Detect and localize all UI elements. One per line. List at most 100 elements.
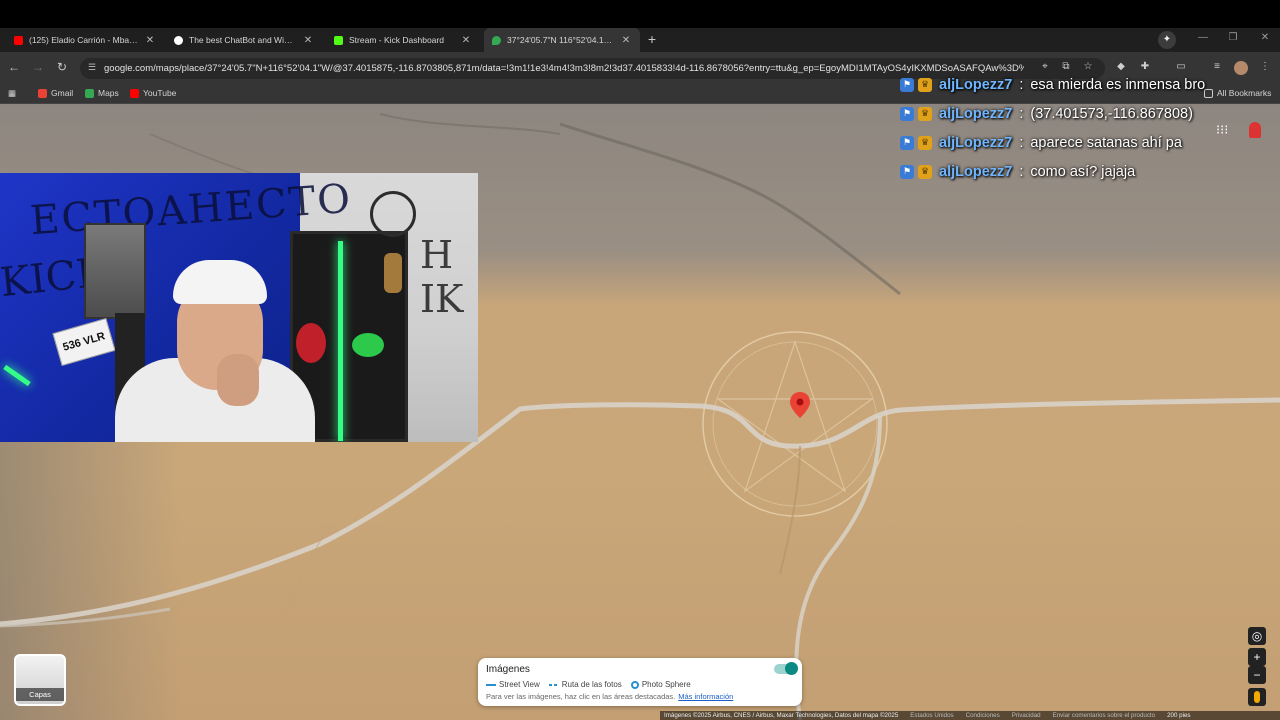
chat-username: aljLopezz7 — [939, 134, 1013, 151]
zoom-in-button[interactable]: + — [1248, 648, 1266, 666]
imagery-panel: Imágenes Street View Ruta de las fotos P… — [478, 658, 802, 706]
chat-text: esa mierda es inmensa bro — [1030, 76, 1206, 93]
tab-title: Stream - Kick Dashboard — [349, 35, 444, 45]
chat-username: aljLopezz7 — [939, 76, 1013, 93]
restore-icon[interactable]: ❐ — [1226, 32, 1240, 43]
groot-figure — [384, 253, 402, 293]
led-strip — [338, 241, 343, 441]
bookmark-label: Maps — [98, 88, 119, 98]
bookmark-label: YouTube — [143, 88, 177, 98]
layers-button[interactable]: Capas — [14, 654, 66, 706]
legend-label: Photo Sphere — [641, 680, 691, 689]
chat-message: ⚑ ♛ aljLopezz7 : como así? jajaja — [900, 157, 1280, 186]
bookmark-maps[interactable]: Maps — [85, 88, 119, 98]
crown-badge-icon: ♛ — [918, 135, 932, 150]
imagery-credit: Imágenes ©2025 Airbus, CNES / Airbus, Ma… — [664, 712, 899, 719]
chatbot-icon — [174, 35, 183, 45]
hint-text: Para ver las imágenes, haz clic en las á… — [486, 692, 676, 701]
new-tab-button[interactable]: + — [644, 30, 660, 48]
crown-badge-icon: ♛ — [918, 106, 932, 121]
subscriber-badge-icon: ⚑ — [900, 77, 914, 92]
window-top-area — [0, 0, 1280, 28]
tab-youtube[interactable]: (125) Eladio Carrión - Mbappe ✕ — [6, 28, 164, 52]
window-close-icon[interactable]: ✕ — [1258, 32, 1272, 43]
pegman-icon[interactable] — [1248, 688, 1266, 706]
solid-line-icon — [486, 683, 496, 686]
bookmark-gmail[interactable]: Gmail — [38, 88, 73, 98]
gmail-icon — [38, 88, 47, 98]
more-info-link[interactable]: Más información — [678, 692, 733, 701]
apps-grid-icon[interactable]: ▦ — [8, 88, 16, 99]
back-icon[interactable]: ← — [6, 60, 22, 74]
map-pin-icon[interactable] — [790, 392, 810, 418]
toggle-knob — [785, 662, 798, 675]
legend-label: Street View — [499, 680, 540, 689]
bookmark-youtube[interactable]: YouTube — [130, 88, 176, 98]
chat-separator: : — [1019, 134, 1024, 151]
my-location-icon[interactable]: ◎ — [1248, 627, 1266, 645]
maps-pin-icon — [492, 35, 501, 45]
subscriber-badge-icon: ⚑ — [900, 106, 914, 121]
privacy-link[interactable]: Privacidad — [1012, 711, 1041, 720]
wall-fan — [370, 191, 416, 237]
webcam-overlay: ΕСΤΟΑΗΕСΤΟ ΚΙCΚΟ Η ΙΚ 536 VLR — [0, 173, 478, 442]
feedback-link[interactable]: Enviar comentarios sobre el producto — [1053, 711, 1156, 720]
google-apps-icon[interactable]: ⁝⁝⁝ — [1216, 122, 1228, 138]
layers-label: Capas — [16, 688, 64, 701]
close-icon[interactable]: ✕ — [144, 35, 156, 46]
tab-title: The best ChatBot and Widgets — [189, 35, 296, 45]
chat-text: como así? jajaja — [1030, 163, 1136, 180]
subscriber-badge-icon: ⚑ — [900, 164, 914, 179]
url-text[interactable]: google.com/maps/place/37°24'05.7"N+116°5… — [104, 63, 1024, 74]
youtube-icon — [130, 88, 139, 98]
tab-title: (125) Eladio Carrión - Mbappe — [29, 35, 138, 45]
chat-text: (37.401573,-116.867808) — [1030, 105, 1193, 122]
chat-text: aparece satanas ahí pa — [1030, 134, 1182, 151]
imagery-title: Imágenes — [486, 664, 530, 675]
legend-photo-sphere: Photo Sphere — [630, 680, 691, 689]
terms-link[interactable]: Condiciones — [966, 711, 1000, 720]
tab-title: 37°24'05.7"N 116°52'04.1"W - G — [507, 35, 614, 45]
minimize-icon[interactable]: — — [1196, 32, 1210, 43]
legend-street-view: Street View — [486, 680, 540, 689]
durag — [173, 260, 267, 304]
legend-label: Ruta de las fotos — [561, 680, 622, 689]
map-attribution: Imágenes ©2025 Airbus, CNES / Airbus, Ma… — [660, 711, 1280, 720]
site-info-icon[interactable]: ☰ — [88, 62, 98, 72]
tab-google-maps[interactable]: 37°24'05.7"N 116°52'04.1"W - G ✕ — [484, 28, 640, 52]
wall-graffiti: Η ΙΚ — [420, 233, 464, 321]
close-icon[interactable]: ✕ — [302, 35, 314, 46]
chat-username: aljLopezz7 — [939, 105, 1013, 122]
youtube-icon — [14, 35, 23, 45]
bookmark-label: Gmail — [51, 88, 74, 98]
map-scale[interactable]: 200 pies — [1167, 711, 1190, 720]
gemini-icon[interactable]: ✦ — [1158, 31, 1176, 49]
chat-separator: : — [1019, 105, 1024, 122]
country-link[interactable]: Estados Unidos — [910, 711, 953, 720]
chat-username: aljLopezz7 — [939, 163, 1013, 180]
chat-separator: : — [1019, 163, 1024, 180]
chat-message: ⚑ ♛ aljLopezz7 : esa mierda es inmensa b… — [900, 70, 1280, 99]
reload-icon[interactable]: ↻ — [54, 60, 70, 74]
close-icon[interactable]: ✕ — [620, 35, 632, 46]
hand — [217, 354, 259, 406]
forward-icon[interactable]: → — [30, 60, 46, 74]
chat-separator: : — [1019, 76, 1024, 93]
tab-kick-dashboard[interactable]: Stream - Kick Dashboard ✕ — [326, 28, 480, 52]
legend-photo-route: Ruta de las fotos — [548, 680, 622, 689]
crown-badge-icon: ♛ — [918, 164, 932, 179]
close-icon[interactable]: ✕ — [460, 35, 472, 46]
imagery-toggle[interactable] — [774, 662, 798, 675]
streamer — [115, 258, 315, 442]
zoom-out-button[interactable]: − — [1248, 666, 1266, 684]
sphere-dot-icon — [630, 680, 639, 689]
kick-icon — [334, 35, 343, 45]
subscriber-badge-icon: ⚑ — [900, 135, 914, 150]
imagery-hint: Para ver las imágenes, haz clic en las á… — [486, 692, 733, 701]
green-helmet — [352, 333, 384, 357]
crown-badge-icon: ♛ — [918, 77, 932, 92]
imagery-legend: Street View Ruta de las fotos Photo Sphe… — [486, 680, 691, 689]
dashed-line-icon — [548, 683, 559, 686]
tab-chatbot[interactable]: The best ChatBot and Widgets ✕ — [166, 28, 322, 52]
account-icon[interactable] — [1249, 122, 1261, 138]
